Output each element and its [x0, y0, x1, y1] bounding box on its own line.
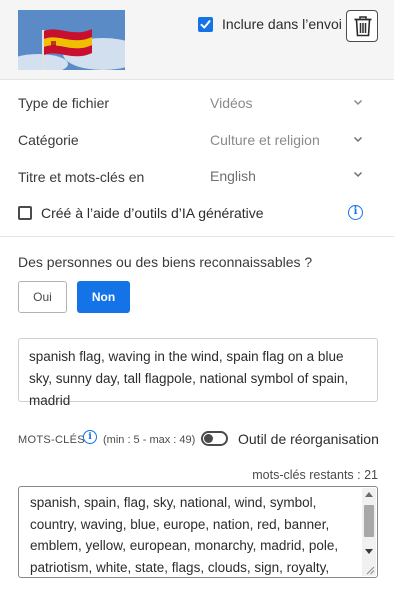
file-type-chevron-down-icon[interactable] [353, 99, 363, 106]
title-language-value[interactable]: English [210, 168, 256, 184]
file-type-label: Type de fichier [18, 95, 110, 111]
reorganize-toggle-label[interactable]: Outil de réorganisation [238, 431, 379, 447]
trash-icon [354, 16, 372, 37]
include-checkbox[interactable] [198, 17, 213, 32]
flag-image [18, 10, 125, 70]
include-label[interactable]: Inclure dans l’envoi [222, 16, 342, 32]
keywords-remaining: mots-clés restants : 21 [252, 468, 378, 482]
category-value[interactable]: Culture et religion [210, 132, 320, 148]
generative-ai-label[interactable]: Créé à l’aide d’outils d’IA générative [41, 205, 264, 221]
asset-header: Inclure dans l’envoi [0, 0, 394, 80]
keywords-scrollbar[interactable] [362, 488, 376, 576]
title-language-chevron-down-icon[interactable] [353, 171, 363, 178]
scrollbar-thumb[interactable] [364, 505, 374, 537]
resize-handle-icon[interactable] [365, 565, 375, 575]
category-chevron-down-icon[interactable] [353, 136, 363, 143]
scroll-up-arrow-icon[interactable] [365, 492, 373, 497]
keywords-text[interactable]: spanish, spain, flag, sky, national, win… [30, 492, 360, 577]
title-language-label: Titre et mots-clés en [18, 169, 145, 185]
toggle-knob [204, 434, 213, 443]
no-button[interactable]: Non [77, 281, 130, 313]
checkmark-icon [200, 20, 211, 29]
yes-button[interactable]: Oui [18, 281, 67, 313]
keywords-info-icon[interactable]: i [83, 430, 97, 444]
keywords-label: MOTS-CLÉS [18, 434, 85, 446]
scroll-down-arrow-icon[interactable] [365, 549, 373, 554]
spanish-flag-thumbnail [18, 10, 125, 70]
recognizable-people-question: Des personnes ou des biens reconnaissabl… [18, 254, 313, 270]
info-icon[interactable]: i [348, 205, 363, 220]
title-input[interactable]: spanish flag, waving in the wind, spain … [18, 338, 378, 408]
delete-button[interactable] [346, 10, 378, 42]
section-divider [0, 236, 394, 237]
file-type-value[interactable]: Vidéos [210, 95, 253, 111]
keywords-range: (min : 5 - max : 49) [103, 434, 196, 446]
generative-ai-checkbox[interactable] [18, 206, 32, 220]
category-label: Catégorie [18, 132, 79, 148]
keywords-textarea[interactable]: spanish, spain, flag, sky, national, win… [18, 486, 378, 578]
reorganize-toggle[interactable] [201, 431, 228, 446]
